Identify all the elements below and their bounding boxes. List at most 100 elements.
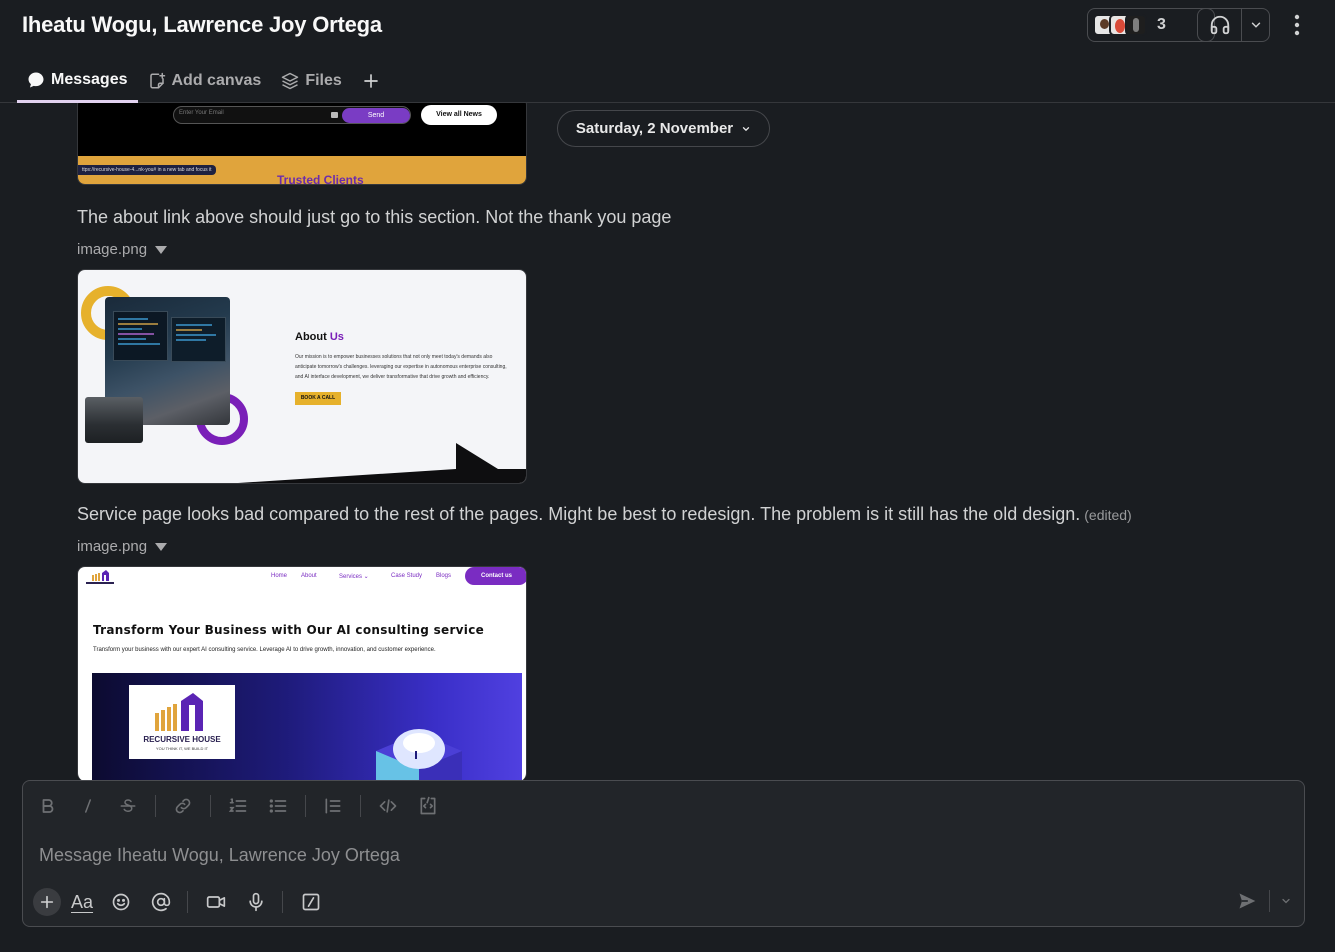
slash-command-icon [302,893,320,911]
tab-label: Files [305,72,342,89]
code-button[interactable] [375,793,401,819]
code-icon [379,799,397,813]
checkbox-shape [331,112,338,118]
huddle-options-button[interactable] [1242,9,1269,41]
audio-clip-button[interactable] [242,888,270,916]
office-photo [85,397,143,443]
at-sign-icon [151,892,171,912]
video-camera-icon [206,896,226,908]
video-clip-button[interactable] [202,888,230,916]
bulleted-list-icon [269,799,287,813]
about-heading: About Us [295,331,344,343]
code-line [176,334,216,336]
more-vertical-icon [1294,14,1300,36]
chevron-down-icon [1251,22,1260,28]
link-icon [175,798,191,814]
message-text: The about link above should just go to t… [77,207,672,227]
email-placeholder: Enter Your Email [179,110,224,116]
microphone-icon [249,892,263,912]
logo-name: RECURSIVE HOUSE [143,735,221,744]
bold-button[interactable] [35,793,61,819]
attach-button[interactable] [33,888,61,916]
about-body: Our mission is to empower businesses sol… [295,354,507,380]
file-toggle[interactable]: image.png [77,538,168,555]
caret-down-icon [155,245,168,254]
nav-link-about: About [301,573,317,579]
mention-button[interactable] [147,888,175,916]
logo-card: RECURSIVE HOUSE YOU THINK IT, WE BUILD I… [129,685,235,759]
member-count: 3 [1157,16,1166,33]
code-block-button[interactable] [415,793,441,819]
message-text: Service page looks bad compared to the r… [77,504,1081,524]
blockquote-button[interactable] [320,793,346,819]
emoji-icon [112,893,130,911]
image-attachment[interactable]: Enter Your Email Send View all News ttps… [77,103,527,185]
tab-bar: Messages Add canvas Files [17,62,390,103]
member-list-button[interactable]: 3 [1087,8,1215,42]
nav-link-case-study: Case Study [391,573,423,579]
code-line [176,324,212,326]
toolbar-divider [1269,890,1270,912]
bulleted-list-button[interactable] [265,793,291,819]
bold-icon [42,799,54,813]
tab-messages[interactable]: Messages [17,62,138,103]
chevron-down-icon [1282,898,1290,904]
nav-link-home: Home [271,573,288,579]
date-divider[interactable]: Saturday, 2 November [557,110,770,147]
format-toolbar [35,791,455,821]
link-button[interactable] [170,793,196,819]
recursive-house-logo [86,570,114,584]
edited-label: (edited) [1084,507,1132,523]
toolbar-divider [305,795,306,817]
image-attachment[interactable]: Home About Services ⌄ Case Study Blogs C… [77,566,527,780]
send-button[interactable] [1233,887,1261,915]
layers-icon [282,72,299,90]
caret-down-icon [155,542,168,551]
message-text-row: Service page looks bad compared to the r… [77,504,1132,525]
italic-button[interactable] [75,793,101,819]
send-icon [1239,893,1256,909]
formatting-toggle[interactable]: Aa [71,892,93,913]
file-toggle[interactable]: image.png [77,241,168,258]
date-label: Saturday, 2 November [575,120,734,137]
add-tab-button[interactable] [352,62,390,100]
status-url-preview: ttps://recursive-house-4...nk-you# in a … [78,165,216,175]
message-input[interactable]: Message Iheatu Wogu, Lawrence Joy Ortega [39,845,400,866]
code-line [176,339,206,341]
about-heading-prefix: About [295,331,327,343]
tab-label: Add canvas [171,72,262,89]
huddle-button[interactable] [1198,9,1242,41]
service-heading: Transform Your Business with Our AI cons… [93,623,485,637]
service-subheading: Transform your business with our expert … [93,647,436,653]
monitor-shape [113,311,168,361]
image-attachment[interactable]: About Us Our mission is to empower busin… [77,269,527,484]
book-call-preview: BOOK A CALL [295,392,341,405]
code-line [118,343,160,345]
more-options-button[interactable] [1286,12,1308,38]
nav-link-services: Services ⌄ [339,574,369,580]
recursive-house-logo [155,693,203,731]
ordered-list-button[interactable] [225,793,251,819]
email-input-preview: Enter Your Email Send [173,106,411,124]
code-line [118,318,148,320]
tab-add-canvas[interactable]: Add canvas [138,62,272,100]
toolbar-divider [187,891,189,913]
code-block-icon [420,796,436,815]
message-composer: Message Iheatu Wogu, Lawrence Joy Ortega… [22,780,1305,927]
message-feed[interactable]: Enter Your Email Send View all News ttps… [0,103,1335,780]
footer-wedge-shape [238,443,526,483]
emoji-button[interactable] [107,888,135,916]
chevron-down-icon [743,126,750,131]
trusted-clients-heading: Trusted Clients [277,173,364,185]
tab-files[interactable]: Files [271,62,351,100]
huddle-control [1197,8,1270,42]
conversation-title[interactable]: Iheatu Wogu, Lawrence Joy Ortega [22,12,382,38]
toolbar-divider [155,795,156,817]
schedule-send-button[interactable] [1278,887,1294,915]
toolbar-divider [210,795,211,817]
shortcuts-button[interactable] [297,888,325,916]
toolbar-divider [282,891,284,913]
code-line [118,333,154,335]
strikethrough-button[interactable] [115,793,141,819]
nav-link-blogs: Blogs [436,573,452,579]
